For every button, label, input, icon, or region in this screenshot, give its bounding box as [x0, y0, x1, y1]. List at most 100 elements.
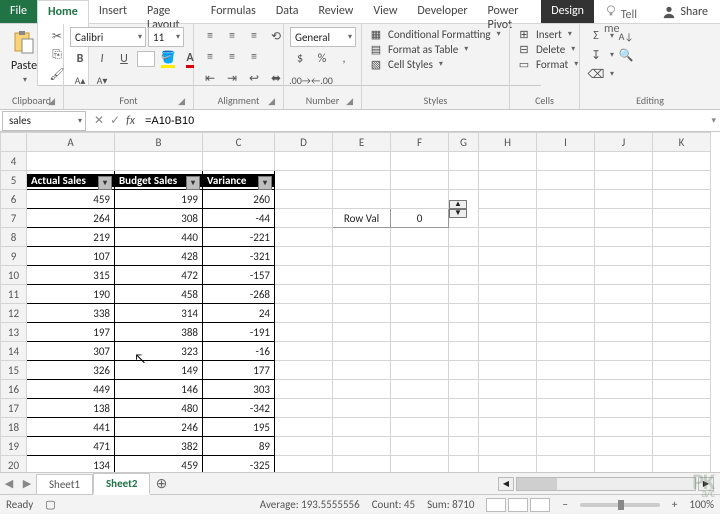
cell-D17[interactable] — [275, 399, 333, 418]
delete-cells-button[interactable]: ⊟Delete▾ — [516, 42, 578, 56]
borders-button[interactable] — [136, 50, 156, 68]
cell-F8[interactable] — [391, 228, 449, 247]
row-header-4[interactable]: 4 — [1, 152, 27, 171]
format-as-table-button[interactable]: ▤Format as Table▾ — [368, 42, 501, 56]
cell-E12[interactable] — [333, 304, 391, 323]
cell-H4[interactable] — [479, 152, 537, 171]
cell-J4[interactable] — [595, 152, 653, 171]
cell-A9[interactable]: 107 — [27, 247, 115, 266]
col-header-D[interactable]: D — [275, 133, 333, 152]
cell-G9[interactable] — [449, 247, 479, 266]
cell-A13[interactable]: 197 — [27, 323, 115, 342]
view-page-break-button[interactable] — [530, 498, 550, 512]
cell-A18[interactable]: 441 — [27, 418, 115, 437]
cell-H6[interactable] — [479, 190, 537, 209]
cell-D20[interactable] — [275, 456, 333, 473]
cell-F19[interactable] — [391, 437, 449, 456]
cell-F11[interactable] — [391, 285, 449, 304]
decrease-decimal-button[interactable]: ←.00 — [312, 71, 332, 89]
cell-G14[interactable] — [449, 342, 479, 361]
col-header-A[interactable]: A — [27, 133, 115, 152]
cell-J17[interactable] — [595, 399, 653, 418]
cell-D14[interactable] — [275, 342, 333, 361]
align-top-button[interactable]: ≡ — [200, 27, 220, 45]
zoom-in-button[interactable]: + — [672, 498, 677, 511]
cell-H7[interactable] — [479, 209, 537, 228]
find-select-button[interactable]: 🔍 — [616, 46, 636, 64]
cell-C12[interactable]: 24 — [203, 304, 275, 323]
sheet-tab-sheet2[interactable]: Sheet2 — [93, 473, 151, 495]
cell-C13[interactable]: -191 — [203, 323, 275, 342]
cell-D18[interactable] — [275, 418, 333, 437]
sheet-tab-sheet1[interactable]: Sheet1 — [36, 474, 93, 494]
cell-C19[interactable]: 89 — [203, 437, 275, 456]
cell-G16[interactable] — [449, 380, 479, 399]
cell-G17[interactable] — [449, 399, 479, 418]
cell-J14[interactable] — [595, 342, 653, 361]
cell-D6[interactable] — [275, 190, 333, 209]
cell-K12[interactable] — [653, 304, 711, 323]
cell-G18[interactable] — [449, 418, 479, 437]
zoom-thumb[interactable] — [618, 500, 624, 510]
cell-C7[interactable]: -44 — [203, 209, 275, 228]
cell-D8[interactable] — [275, 228, 333, 247]
row-header-8[interactable]: 8 — [1, 228, 27, 247]
cell-K15[interactable] — [653, 361, 711, 380]
col-header-I[interactable]: I — [537, 133, 595, 152]
accept-formula-button[interactable]: ✓ — [110, 113, 120, 128]
cell-K18[interactable] — [653, 418, 711, 437]
cell-B4[interactable] — [115, 152, 203, 171]
autosum-button[interactable]: Σ — [586, 27, 606, 45]
cell-A11[interactable]: 190 — [27, 285, 115, 304]
conditional-formatting-button[interactable]: ▦Conditional Formatting▾ — [368, 27, 501, 41]
cell-G19[interactable] — [449, 437, 479, 456]
zoom-out-button[interactable]: − — [562, 498, 567, 511]
cell-K11[interactable] — [653, 285, 711, 304]
cell-H20[interactable] — [479, 456, 537, 473]
cell-G20[interactable] — [449, 456, 479, 473]
table-header-b[interactable]: Budget Sales▾ — [115, 174, 202, 187]
cancel-formula-button[interactable]: ✕ — [94, 113, 104, 128]
cell-D12[interactable] — [275, 304, 333, 323]
cell-K7[interactable] — [653, 209, 711, 228]
cell-C16[interactable]: 303 — [203, 380, 275, 399]
cell-I12[interactable] — [537, 304, 595, 323]
cell-I6[interactable] — [537, 190, 595, 209]
cell-K17[interactable] — [653, 399, 711, 418]
cell-H19[interactable] — [479, 437, 537, 456]
cell-A10[interactable]: 315 — [27, 266, 115, 285]
cell-D11[interactable] — [275, 285, 333, 304]
cell-E18[interactable] — [333, 418, 391, 437]
name-box[interactable]: sales▾ — [2, 111, 86, 131]
cell-F4[interactable] — [391, 152, 449, 171]
row-header-14[interactable]: 14 — [1, 342, 27, 361]
cell-G11[interactable] — [449, 285, 479, 304]
paste-button[interactable]: Paste ▾ — [6, 27, 42, 87]
cell-E19[interactable] — [333, 437, 391, 456]
cell-F14[interactable] — [391, 342, 449, 361]
sheet-nav-prev[interactable]: ◀ — [0, 477, 18, 490]
cell-E8[interactable] — [333, 228, 391, 247]
cell-G10[interactable] — [449, 266, 479, 285]
share-button[interactable]: Share — [652, 0, 720, 23]
table-header-c[interactable]: Variance▾ — [203, 174, 274, 187]
cell-B19[interactable]: 382 — [115, 437, 203, 456]
tell-me[interactable]: Tell me — [594, 0, 652, 23]
row-header-12[interactable]: 12 — [1, 304, 27, 323]
align-right-button[interactable]: ≡ — [244, 48, 264, 66]
bold-button[interactable]: B — [70, 50, 90, 68]
cell-D10[interactable] — [275, 266, 333, 285]
cell-A20[interactable]: 134 — [27, 456, 115, 473]
cell-B16[interactable]: 146 — [115, 380, 203, 399]
cell-G12[interactable] — [449, 304, 479, 323]
cell-J19[interactable] — [595, 437, 653, 456]
cell-D16[interactable] — [275, 380, 333, 399]
underline-button[interactable]: U — [114, 50, 134, 68]
cell-B10[interactable]: 472 — [115, 266, 203, 285]
cell-E13[interactable] — [333, 323, 391, 342]
row-header-18[interactable]: 18 — [1, 418, 27, 437]
cell-D15[interactable] — [275, 361, 333, 380]
cell-styles-button[interactable]: ▧Cell Styles▾ — [368, 57, 501, 71]
cell-B12[interactable]: 314 — [115, 304, 203, 323]
cell-C18[interactable]: 195 — [203, 418, 275, 437]
